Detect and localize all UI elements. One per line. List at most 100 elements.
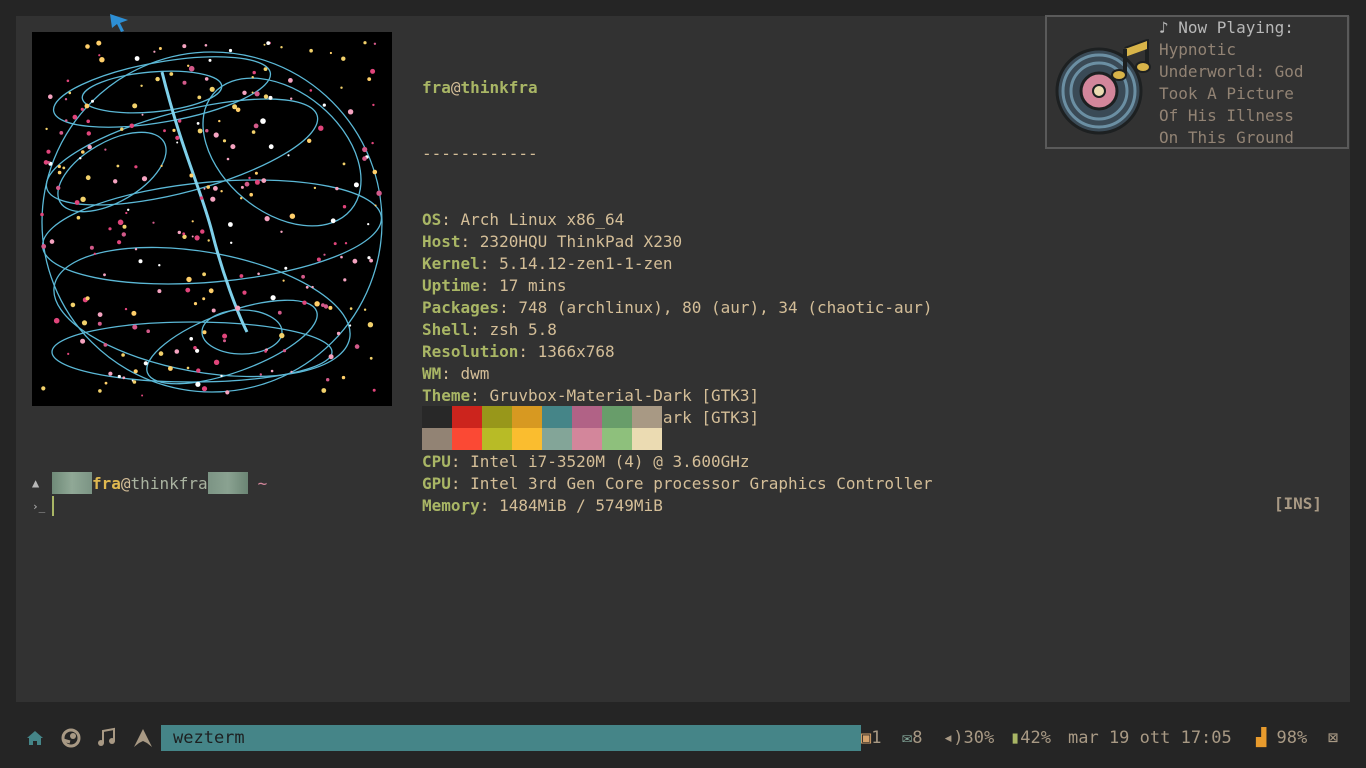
info-key: GPU: [422, 474, 451, 493]
info-row: WM: dwm: [422, 364, 490, 383]
color-swatch: [512, 406, 542, 428]
color-palette: [422, 406, 662, 450]
info-key: OS: [422, 210, 442, 229]
prompt-line: ▲ fra @ thinkfra ~: [32, 472, 267, 494]
prompt-user: fra: [92, 473, 121, 493]
info-value: 17 mins: [499, 276, 567, 295]
mouse-pointer-icon: [108, 12, 130, 34]
vi-mode-indicator: [INS]: [1273, 494, 1322, 513]
arch-icon[interactable]: [131, 726, 155, 750]
now-playing-line: Of His Illness: [1159, 106, 1294, 125]
info-row: OS: Arch Linux x86_64: [422, 210, 625, 229]
fetch-separator: ------------: [422, 144, 538, 163]
fetch-at: @: [450, 78, 461, 97]
info-value: 1484MiB / 5749MiB: [499, 496, 663, 515]
color-swatch: [602, 406, 632, 428]
mail-indicator[interactable]: ✉8: [902, 726, 923, 750]
system-info: fra@thinkfra ------------ OS: Arch Linux…: [422, 33, 933, 539]
color-swatch: [602, 428, 632, 450]
info-row: Shell: zsh 5.8: [422, 320, 557, 339]
info-value: 2320HQU ThinkPad X230: [479, 232, 683, 251]
info-value: 1366x768: [537, 342, 615, 361]
color-swatch: [422, 428, 452, 450]
info-key: Memory: [422, 496, 480, 515]
color-swatch: [482, 428, 512, 450]
info-value: Intel i7-3520M (4) @ 3.600GHz: [470, 452, 750, 471]
now-playing-heading: ♪ Now Playing:: [1159, 17, 1304, 39]
info-key: Kernel: [422, 254, 480, 273]
info-key: Packages: [422, 298, 500, 317]
battery-icon: ▮: [1010, 728, 1021, 748]
prompt-chevron-icon: ›_: [32, 499, 46, 513]
info-row: Host: 2320HQU ThinkPad X230: [422, 232, 683, 251]
now-playing-label: Now Playing:: [1178, 18, 1294, 37]
info-value: 5.14.12-zen1-1-zen: [499, 254, 673, 273]
now-playing-line: Hypnotic: [1159, 40, 1237, 59]
volume-value: 30%: [963, 728, 995, 748]
steam-icon[interactable]: [59, 726, 83, 750]
color-swatch: [572, 428, 602, 450]
window-title: wezterm: [161, 725, 861, 751]
info-key: Uptime: [422, 276, 480, 295]
info-key: Host: [422, 232, 461, 251]
color-swatch: [572, 406, 602, 428]
fetch-title: fra@thinkfra: [422, 77, 933, 99]
updates-indicator[interactable]: ▣1: [861, 726, 882, 750]
info-row: Packages: 748 (archlinux), 80 (aur), 34 …: [422, 298, 933, 317]
color-swatch: [452, 406, 482, 428]
color-swatch: [452, 428, 482, 450]
mail-count: 8: [912, 728, 923, 748]
battery-indicator[interactable]: ▮42%: [1010, 726, 1051, 750]
color-swatch: [632, 406, 662, 428]
info-value: Intel 3rd Gen Core processor Graphics Co…: [470, 474, 933, 493]
info-value: Arch Linux x86_64: [460, 210, 625, 229]
prompt-at: @: [120, 473, 131, 493]
home-icon[interactable]: [23, 726, 47, 750]
now-playing-line: On This Ground: [1159, 128, 1294, 147]
color-swatch: [422, 406, 452, 428]
now-playing-widget: ♪ Now Playing: Hypnotic Underworld: God To…: [1045, 15, 1349, 149]
package-icon: ▣: [861, 728, 872, 748]
info-value: dwm: [460, 364, 490, 383]
updates-count: 1: [871, 728, 882, 748]
fetch-user: fra: [422, 78, 451, 97]
color-swatch: [512, 428, 542, 450]
info-value: 748 (archlinux), 80 (aur), 34 (chaotic-a…: [518, 298, 933, 317]
arch-icon: ▲: [32, 476, 40, 490]
info-row: CPU: Intel i7-3520M (4) @ 3.600GHz: [422, 452, 750, 471]
info-key: Resolution: [422, 342, 519, 361]
wifi-indicator[interactable]: ▟ 98%: [1256, 726, 1307, 750]
status-bar: wezterm ▣1 ✉8 ◂)30% ▮42% mar 19 ott 17:0…: [0, 718, 1366, 758]
info-row: Kernel: 5.14.12-zen1-1-zen: [422, 254, 673, 273]
prompt-directory: ~: [257, 473, 268, 493]
power-icon[interactable]: ⊠: [1328, 726, 1338, 750]
info-row: Memory: 1484MiB / 5749MiB: [422, 496, 663, 515]
info-key: CPU: [422, 452, 451, 471]
music-icon[interactable]: [95, 726, 119, 750]
music-note-icon: ♪: [1159, 18, 1179, 37]
vinyl-record-icon: [1055, 39, 1151, 135]
volume-indicator[interactable]: ◂)30%: [943, 726, 994, 750]
prompt-segment-left: [52, 472, 92, 494]
prompt-host: thinkfra: [130, 473, 208, 493]
prompt-input-line[interactable]: ›_: [32, 496, 54, 516]
fetch-host: thinkfra: [460, 78, 538, 97]
text-cursor[interactable]: [52, 496, 54, 516]
wifi-icon: ▟: [1256, 728, 1267, 748]
wifi-value: 98%: [1276, 728, 1308, 748]
info-row: Resolution: 1366x768: [422, 342, 615, 361]
info-value: Gruvbox-Material-Dark [GTK3]: [489, 386, 760, 405]
info-value: zsh 5.8: [489, 320, 557, 339]
mailbox-icon: ✉: [902, 728, 913, 748]
color-swatch: [542, 406, 572, 428]
color-swatch: [482, 406, 512, 428]
info-key: Shell: [422, 320, 471, 339]
speaker-icon: ◂): [943, 728, 964, 748]
info-row: Theme: Gruvbox-Material-Dark [GTK3]: [422, 386, 760, 405]
info-key: Theme: [422, 386, 471, 405]
battery-value: 42%: [1020, 728, 1051, 748]
date-time[interactable]: mar 19 ott 17:05: [1068, 726, 1232, 750]
info-row: GPU: Intel 3rd Gen Core processor Graphi…: [422, 474, 933, 493]
ascii-art-image: [32, 32, 392, 406]
info-key: WM: [422, 364, 442, 383]
